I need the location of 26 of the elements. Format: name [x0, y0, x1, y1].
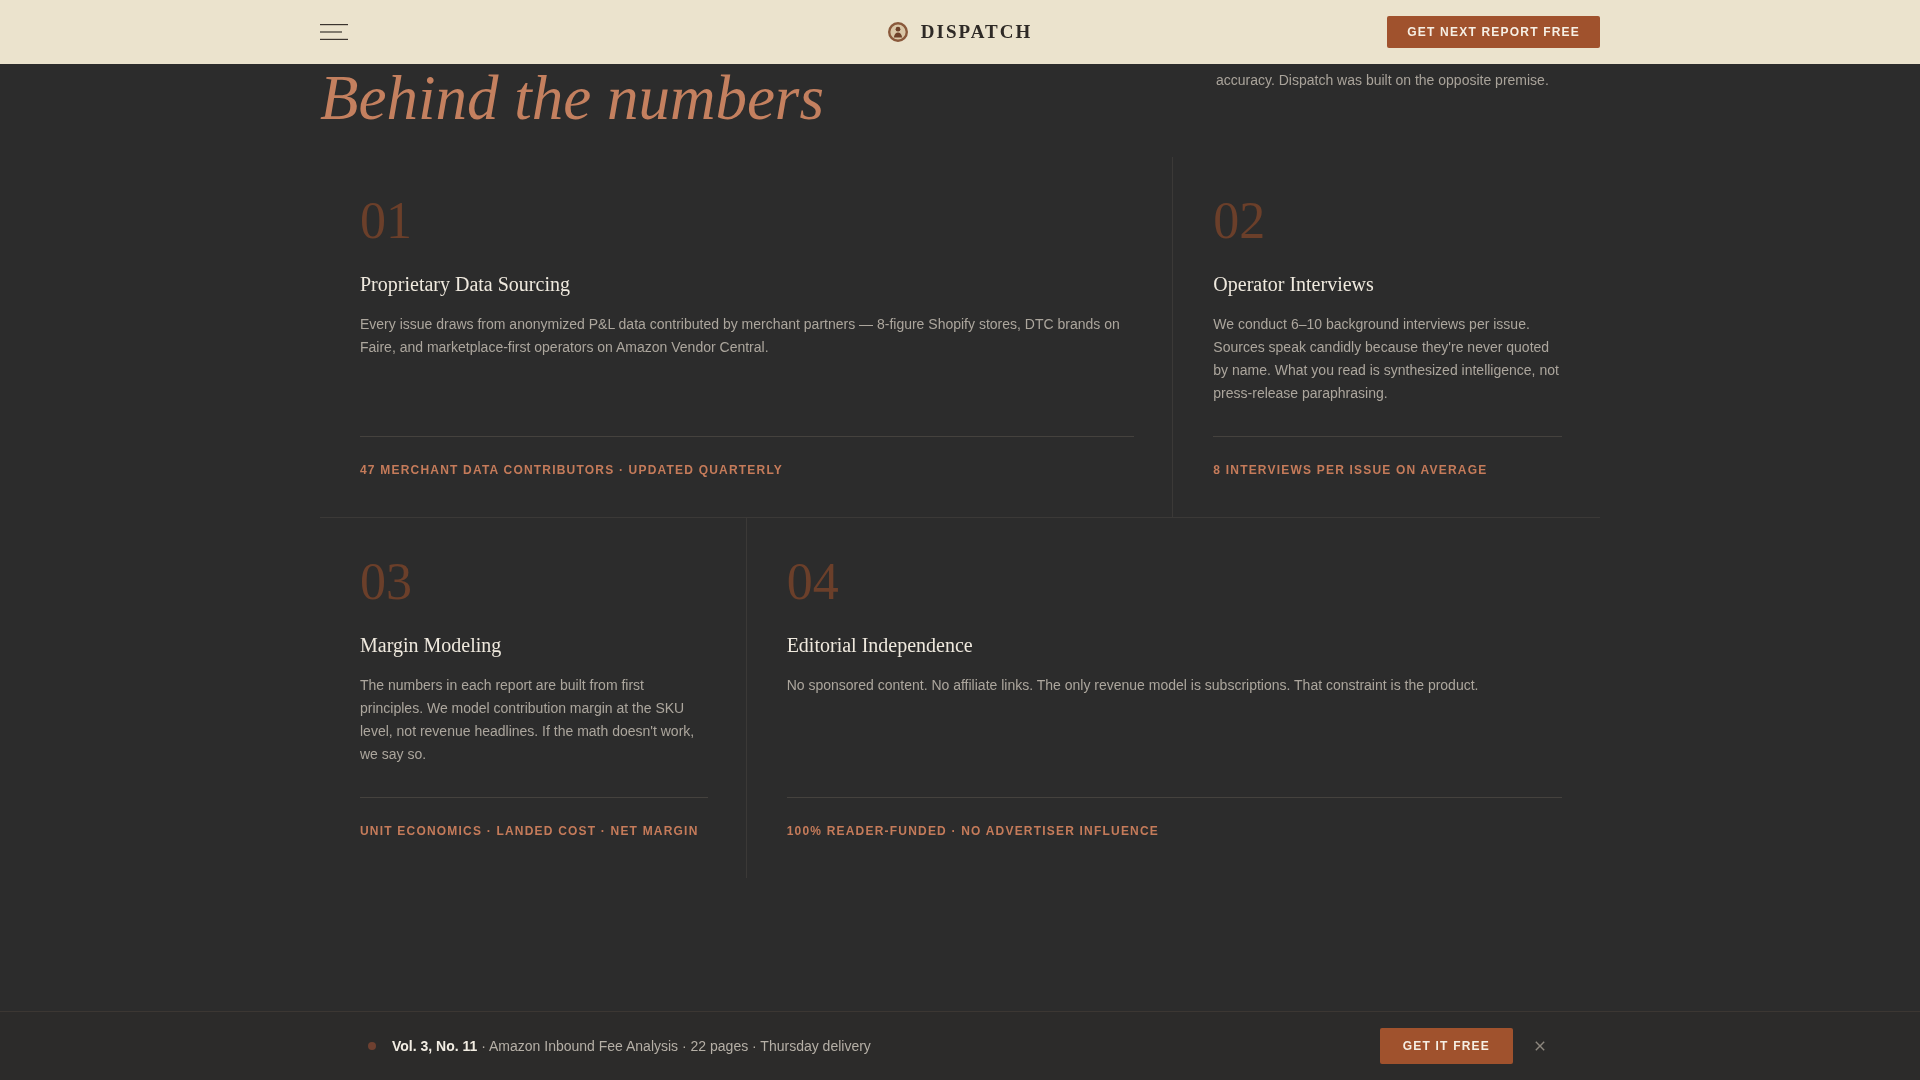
pillar-stat: 47 MERCHANT DATA CONTRIBUTORS · UPDATED QUARTERLY — [360, 462, 784, 478]
pillar-number: 03 — [360, 556, 412, 608]
pillar-description: Every issue draws from anonymized P&L data contributed by merchant partners — 8-figure Shopify stores, DTC brands on Faire, and marketplace-first operators on Amazon Vendor Central. — [360, 315, 1121, 357]
menu-icon[interactable] — [320, 24, 348, 40]
intro-text: accuracy. Dispatch was built on the opposite premise. — [1216, 71, 1550, 90]
get-next-report-button[interactable]: GET NEXT REPORT FREE — [1387, 16, 1600, 48]
pillar-description: We conduct 6–10 background interviews per issue. Sources speak candidly because they're never quoted by name. What you read is synthesized intelligence, not press-release paraphrasing. — [1213, 315, 1560, 403]
pillar-number: 01 — [360, 195, 412, 247]
pillar-description: No sponsored content. No affiliate links. The only revenue model is subscriptions. That constraint is the product. — [786, 676, 1480, 695]
get-it-free-button[interactable]: GET IT FREE — [1379, 1028, 1513, 1064]
pillar-title: Editorial Independence — [786, 633, 973, 658]
pillar-stat: 100% READER-FUNDED · NO ADVERTISER INFLUENCE — [786, 823, 1160, 839]
issue-summary: Vol. 3, No. 11 · Amazon Inbound Fee Analysis · 22 pages · Thursday delivery — [392, 1037, 871, 1056]
pillar-number: 04 — [786, 556, 839, 608]
status-dot-icon — [368, 1042, 376, 1050]
pillar-title: Margin Modeling — [360, 633, 502, 658]
pillar-stat: 8 INTERVIEWS PER ISSUE ON AVERAGE — [1213, 462, 1488, 478]
brand-name: DISPATCH — [920, 20, 1033, 44]
pillar-number: 02 — [1213, 195, 1266, 247]
pillar-description: The numbers in each report are built from first principles. We model contribution margin at the SKU level, not revenue headlines. If the math doesn't work, we say so. — [360, 676, 696, 764]
pillar-title: Proprietary Data Sourcing — [360, 272, 570, 297]
pillar-title: Operator Interviews — [1213, 272, 1374, 297]
logo-icon — [887, 22, 908, 42]
section-heading: Behind the numbers — [320, 67, 824, 130]
close-icon[interactable] — [1535, 1041, 1545, 1051]
pillar-stat: UNIT ECONOMICS · LANDED COST · NET MARGIN — [360, 823, 699, 839]
